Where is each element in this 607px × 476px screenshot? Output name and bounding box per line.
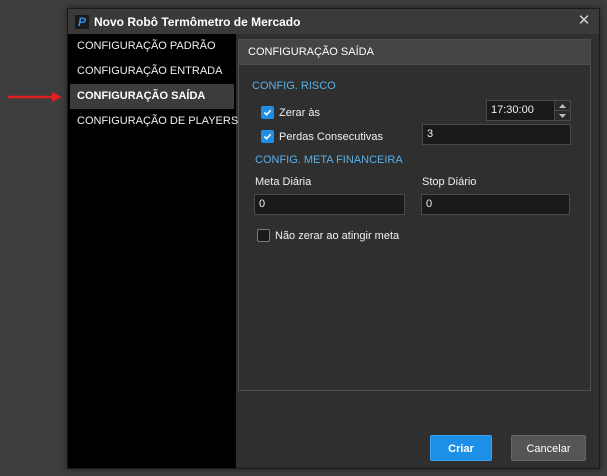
title-bar[interactable]: P Novo Robô Termômetro de Mercado ✕	[68, 9, 599, 34]
zerar-label: Zerar às	[279, 106, 320, 119]
sidebar: CONFIGURAÇÃO PADRÃO CONFIGURAÇÃO ENTRADA…	[68, 34, 238, 468]
nao-zerar-label: Não zerar ao atingir meta	[275, 229, 400, 242]
zerar-time-value: 17:30:00	[491, 104, 534, 116]
perdas-checkbox-row[interactable]: Perdas Consecutivas	[261, 130, 383, 143]
spin-up-button[interactable]	[555, 101, 570, 110]
zerar-checkbox-row[interactable]: Zerar às	[261, 106, 320, 119]
perdas-checkbox[interactable]	[261, 130, 274, 143]
panel-title: CONFIGURAÇÃO SAÍDA	[239, 40, 590, 65]
perdas-field[interactable]: 3	[422, 124, 571, 145]
red-arrow-icon	[8, 92, 62, 102]
perdas-label: Perdas Consecutivas	[279, 130, 383, 143]
sidebar-item-configuracao-saida[interactable]: CONFIGURAÇÃO SAÍDA	[70, 84, 234, 109]
cancel-button[interactable]: Cancelar	[511, 435, 586, 461]
meta-diaria-field[interactable]: 0	[254, 194, 405, 215]
close-icon[interactable]: ✕	[575, 12, 593, 30]
chevron-down-icon	[559, 113, 566, 118]
dialog-window: P Novo Robô Termômetro de Mercado ✕ CONF…	[67, 8, 600, 469]
settings-panel: CONFIGURAÇÃO SAÍDA CONFIG. RISCO Zerar à…	[238, 39, 591, 391]
zerar-time-field[interactable]: 17:30:00	[486, 100, 571, 121]
window-title: Novo Robô Termômetro de Mercado	[94, 14, 301, 29]
content-area: CONFIGURAÇÃO SAÍDA CONFIG. RISCO Zerar à…	[238, 34, 599, 468]
nao-zerar-checkbox[interactable]	[257, 229, 270, 242]
chevron-up-icon	[559, 103, 566, 108]
checkmark-icon	[263, 109, 272, 116]
sidebar-item-configuracao-entrada[interactable]: CONFIGURAÇÃO ENTRADA	[70, 59, 234, 84]
sidebar-item-configuracao-padrao[interactable]: CONFIGURAÇÃO PADRÃO	[70, 34, 234, 59]
nao-zerar-checkbox-row[interactable]: Não zerar ao atingir meta	[257, 229, 399, 242]
section-title-meta: CONFIG. META FINANCEIRA	[255, 154, 403, 166]
zerar-checkbox[interactable]	[261, 106, 274, 119]
create-button[interactable]: Criar	[430, 435, 492, 461]
checkmark-icon	[263, 133, 272, 140]
meta-diaria-label: Meta Diária	[255, 176, 312, 188]
time-spinner	[554, 101, 570, 120]
robot-app-icon: P	[75, 14, 89, 29]
stop-diario-label: Stop Diário	[422, 176, 477, 188]
stop-diario-field[interactable]: 0	[421, 194, 570, 215]
section-title-risk: CONFIG. RISCO	[252, 80, 336, 92]
sidebar-item-configuracao-players[interactable]: CONFIGURAÇÃO DE PLAYERS	[70, 109, 238, 134]
spin-down-button[interactable]	[555, 110, 570, 120]
